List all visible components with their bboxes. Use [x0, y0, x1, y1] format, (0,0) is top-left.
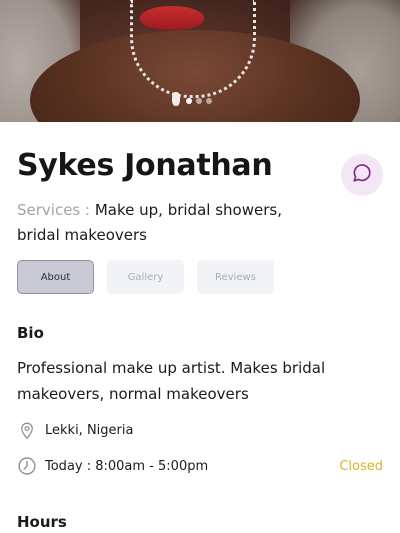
hours-heading: Hours — [17, 513, 67, 531]
chat-button[interactable] — [341, 154, 383, 196]
profile-name: Sykes Jonathan — [17, 148, 273, 183]
clock-icon — [17, 456, 37, 476]
status-badge: Closed — [339, 459, 383, 474]
location-text: Lekki, Nigeria — [45, 422, 134, 438]
hours-today-row: Today : 8:00am - 5:00pm — [17, 456, 208, 476]
map-pin-icon — [17, 420, 37, 440]
bio-text: Professional make up artist. Makes brida… — [17, 359, 326, 403]
tab-about[interactable]: About — [17, 260, 94, 294]
services-label: Services : — [17, 201, 91, 219]
hero-image-carousel[interactable] — [0, 0, 400, 122]
tab-reviews[interactable]: Reviews — [197, 260, 274, 294]
carousel-dots — [186, 98, 212, 104]
hours-today-text: Today : 8:00am - 5:00pm — [45, 458, 209, 474]
carousel-dot-3[interactable] — [206, 98, 212, 104]
location-row: Lekki, Nigeria — [17, 420, 133, 440]
profile-tabs: About Gallery Reviews — [17, 260, 274, 294]
carousel-dot-2[interactable] — [196, 98, 202, 104]
tab-gallery[interactable]: Gallery — [107, 260, 184, 294]
profile-sheet: Sykes Jonathan Services : Make up, brida… — [0, 122, 400, 533]
hero-pendant — [172, 92, 180, 106]
bio-heading: Bio — [17, 324, 44, 342]
chat-bubble-icon — [351, 162, 373, 188]
services-line: Services : Make up, bridal showers, brid… — [17, 198, 287, 248]
carousel-dot-1[interactable] — [186, 98, 192, 104]
